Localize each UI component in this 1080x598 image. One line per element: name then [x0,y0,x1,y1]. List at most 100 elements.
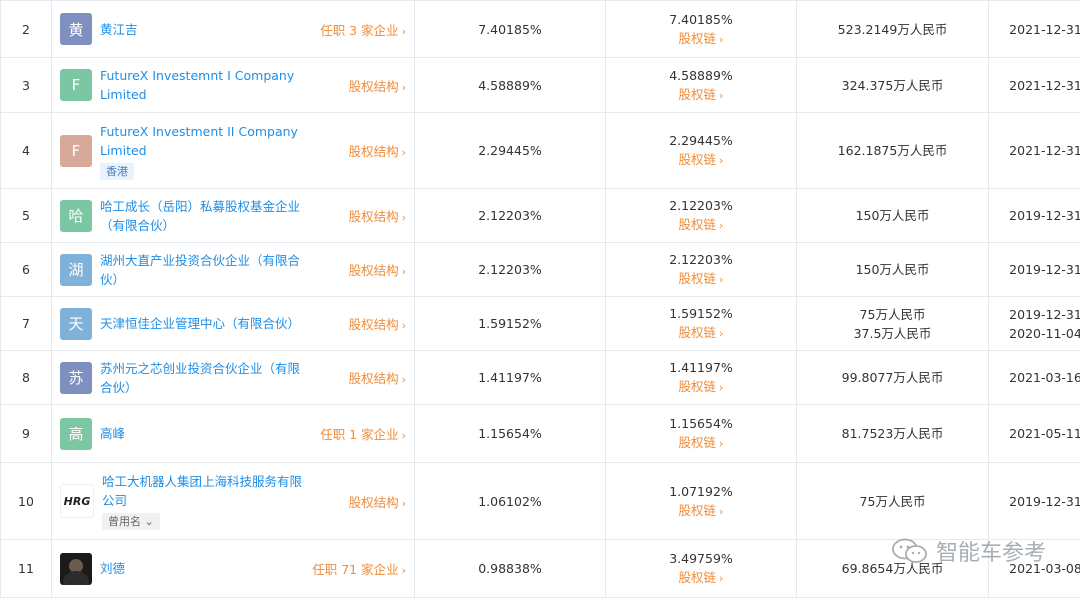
subscribed-amount: 324.375万人民币 [797,76,988,95]
shareholder-name-link[interactable]: FutureX Investment II CompanyLimited [100,122,341,160]
shareholder-action-link[interactable]: 股权结构› [349,76,406,95]
chevron-right-icon: › [402,265,406,278]
indirect-ratio-cell: 1.15654%股权链› [606,405,797,463]
region-tag: 香港 [100,163,134,180]
person-photo-icon[interactable] [60,553,92,585]
action-label: 股权结构 [349,263,399,278]
indirect-ratio: 1.07192% [606,482,796,501]
shareholder-cell: 哈哈工成长（岳阳）私募股权基金企业（有限合伙） 股权结构› [52,189,415,243]
equity-chain-link[interactable]: 股权链› [606,85,796,105]
subscription-date-cell: 2021-03-16 [989,351,1080,405]
watermark-text: 智能车参考 [936,535,1046,567]
row-index: 10 [1,463,52,540]
equity-chain-label: 股权链 [679,87,717,102]
equity-chain-link[interactable]: 股权链› [606,29,796,49]
shareholder-action-link[interactable]: 股权结构› [349,141,406,160]
indirect-ratio-cell: 4.58889%股权链› [606,58,797,113]
shareholder-name-line: 刘德 [100,559,304,578]
shareholder-action-link[interactable]: 股权结构› [349,492,406,511]
equity-chain-link[interactable]: 股权链› [606,501,796,521]
table-row: 5哈哈工成长（岳阳）私募股权基金企业（有限合伙）股权结构›2.12203%2.1… [1,189,1080,243]
avatar[interactable]: 湖 [60,254,92,286]
avatar[interactable]: F [60,135,92,167]
equity-chain-link[interactable]: 股权链› [606,377,796,397]
subscribed-amount: 75万人民币 [797,492,988,511]
subscription-date-cell: 2019-12-31 [989,463,1080,540]
avatar[interactable]: 苏 [60,362,92,394]
subscribed-amount-cell: 75万人民币37.5万人民币 [797,297,989,351]
shareholder-action-link[interactable]: 股权结构› [349,206,406,225]
shareholder-name-link[interactable]: 高峰 [100,424,312,443]
shareholder-cell: 黄黄江吉任职 3 家企业› [52,1,415,58]
subscription-date-cell: 2021-05-11 [989,405,1080,463]
indirect-ratio-cell: 2.12203%股权链› [606,243,797,297]
chevron-right-icon: › [719,151,723,170]
shareholder-name-line: 公司 [102,491,341,510]
action-label: 任职 3 家企业 [320,23,398,38]
avatar[interactable]: 哈 [60,200,92,232]
indirect-ratio: 4.58889% [606,66,796,85]
shareholder-action-link[interactable]: 任职 71 家企业› [312,559,406,578]
equity-chain-link[interactable]: 股权链› [606,433,796,453]
chevron-right-icon: › [402,497,406,510]
equity-chain-label: 股权链 [679,570,717,585]
shareholder-action-link[interactable]: 股权结构› [349,260,406,279]
chevron-right-icon: › [719,378,723,397]
equity-chain-link[interactable]: 股权链› [606,150,796,170]
former-name-tag[interactable]: 曾用名 ⌄ [102,513,160,530]
equity-chain-label: 股权链 [679,503,717,518]
company-logo-icon[interactable]: HRG [60,484,94,518]
shareholder-name-link[interactable]: 苏州元之芯创业投资合伙企业（有限合伙） [100,359,341,397]
shareholder-name-line: 合伙） [100,378,341,397]
shareholder-name-line: 高峰 [100,424,312,443]
shareholder-action-link[interactable]: 任职 1 家企业› [320,424,406,443]
avatar[interactable]: 天 [60,308,92,340]
avatar[interactable]: 高 [60,418,92,450]
shareholder-action-link[interactable]: 股权结构› [349,314,406,333]
shareholder-name-link[interactable]: 哈工成长（岳阳）私募股权基金企业（有限合伙） [100,197,341,235]
holding-ratio: 4.58889% [415,58,606,113]
equity-chain-link[interactable]: 股权链› [606,215,796,235]
chevron-right-icon: › [402,211,406,224]
indirect-ratio: 2.12203% [606,250,796,269]
subscription-date: 2019-12-31 [989,206,1080,225]
equity-chain-link[interactable]: 股权链› [606,323,796,343]
shareholder-name-link[interactable]: 黄江吉 [100,20,312,39]
action-label: 股权结构 [349,144,399,159]
shareholder-name-line: Limited [100,85,341,104]
shareholder-name-link[interactable]: 哈工大机器人集团上海科技服务有限公司 [102,472,341,510]
shareholder-name-line: FutureX Investemnt Ⅰ Company [100,66,341,85]
indirect-ratio: 1.15654% [606,414,796,433]
shareholder-cell: HRG哈工大机器人集团上海科技服务有限公司曾用名 ⌄ 股权结构› [52,463,415,540]
avatar[interactable]: 黄 [60,13,92,45]
equity-chain-label: 股权链 [679,379,717,394]
shareholder-name-link[interactable]: 湖州大直产业投资合伙企业（有限合伙） [100,251,341,289]
shareholder-name-line: 湖州大直产业投资合伙企业（有限合 [100,251,341,270]
chevron-right-icon: › [402,564,406,577]
shareholder-action-link[interactable]: 任职 3 家企业› [320,20,406,39]
table-row: 6湖湖州大直产业投资合伙企业（有限合伙）股权结构›2.12203%2.12203… [1,243,1080,297]
indirect-ratio-cell: 2.12203%股权链› [606,189,797,243]
shareholder-name-link[interactable]: 刘德 [100,559,304,578]
shareholder-name-line: 天津恒佳企业管理中心（有限合伙） [100,314,341,333]
equity-chain-link[interactable]: 股权链› [606,568,796,588]
table-row: 10HRG哈工大机器人集团上海科技服务有限公司曾用名 ⌄ 股权结构› 1.06102… [1,463,1080,540]
holding-ratio: 1.06102% [415,463,606,540]
subscription-date-cell: 2021-12-31 [989,58,1080,113]
chevron-right-icon: › [719,434,723,453]
equity-chain-label: 股权链 [679,217,717,232]
row-index: 8 [1,351,52,405]
chevron-right-icon: › [719,30,723,49]
avatar[interactable]: F [60,69,92,101]
shareholder-action-link[interactable]: 股权结构› [349,368,406,387]
chevron-right-icon: › [719,569,723,588]
shareholder-name-link[interactable]: FutureX Investemnt Ⅰ CompanyLimited [100,66,341,104]
row-index: 11 [1,540,52,598]
action-label: 股权结构 [349,317,399,332]
subscribed-amount: 523.2149万人民币 [797,20,988,39]
subscribed-amount-cell: 324.375万人民币 [797,58,989,113]
shareholder-name-link[interactable]: 天津恒佳企业管理中心（有限合伙） [100,314,341,333]
shareholder-name-line: FutureX Investment II Company [100,122,341,141]
shareholder-cell: FFutureX Investment II CompanyLimited 香港 股… [52,113,415,189]
equity-chain-link[interactable]: 股权链› [606,269,796,289]
